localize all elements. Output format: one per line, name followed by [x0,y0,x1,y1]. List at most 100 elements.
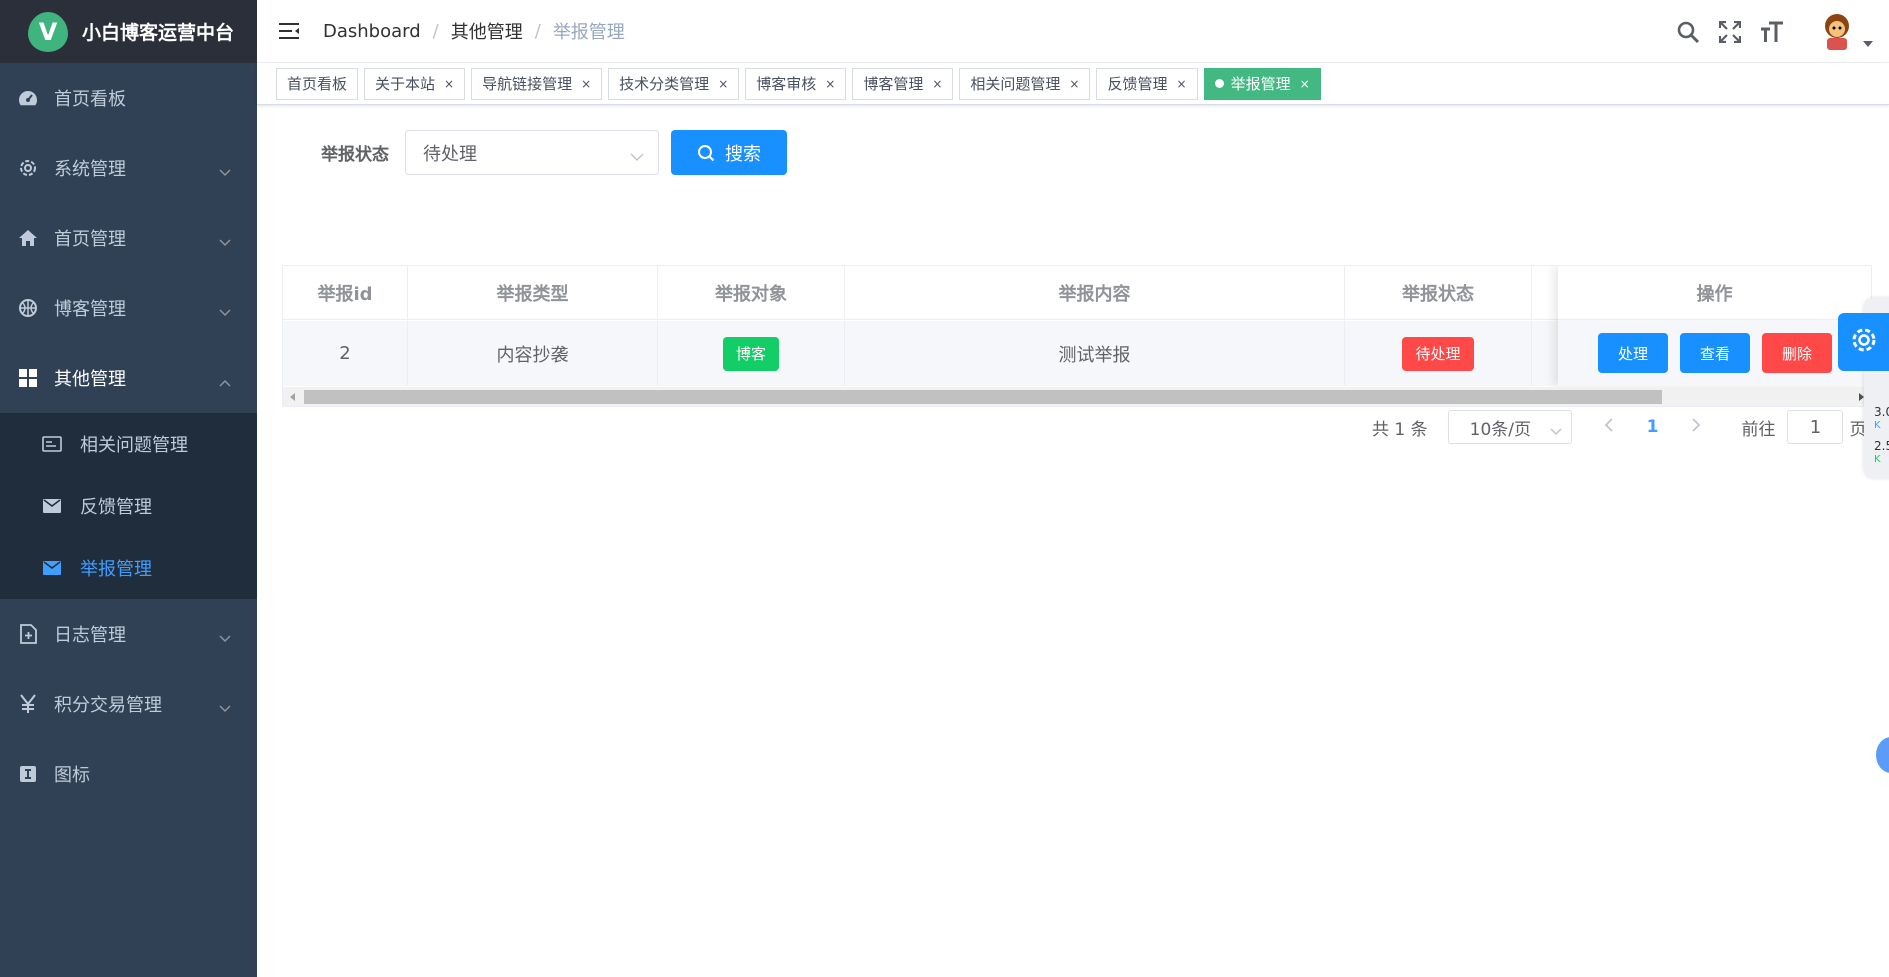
mail-icon [42,496,62,516]
avatar[interactable] [1819,12,1855,52]
target-badge: 博客 [722,336,779,371]
caret-down-icon[interactable] [1863,32,1873,51]
pagination-total: 共 1 条 [1372,419,1428,440]
icon-icon [18,764,38,784]
sidebar-item-report[interactable]: 举报管理 [0,537,257,599]
sidebar-item-label: 图标 [54,765,90,786]
yen-icon [18,694,38,714]
tag-label: 举报管理 [1230,75,1291,93]
sidebar-item-blog-manage[interactable]: 博客管理 [0,273,257,343]
sidebar-item-feedback[interactable]: 反馈管理 [0,475,257,537]
tag-dashboard[interactable]: 首页看板 [276,67,359,100]
font-size-icon[interactable] [1759,19,1785,45]
scroll-thumb[interactable] [304,390,1662,404]
sidebar-item-label: 其他管理 [54,369,126,390]
sidebar-item-icons[interactable]: 图标 [0,739,257,809]
prev-page-icon[interactable] [1604,417,1613,437]
close-icon[interactable]: × [1300,77,1310,91]
gear-icon [1849,325,1879,359]
close-icon[interactable]: × [1177,77,1187,91]
stat-value: 3.0 [1874,405,1889,419]
view-button[interactable]: 查看 [1680,333,1750,373]
active-dot-icon [1214,79,1224,88]
tag-about[interactable]: 关于本站 × [364,67,466,100]
tag-report[interactable]: 举报管理 × [1203,67,1321,100]
close-icon[interactable]: × [932,77,942,91]
chevron-down-icon [1550,421,1562,441]
close-icon[interactable]: × [581,77,591,91]
horizontal-scrollbar[interactable] [283,387,1871,406]
chevron-down-icon [219,161,231,182]
breadcrumb-item[interactable]: 其他管理 [451,18,523,44]
column-header-actions: 操作 [1558,266,1871,320]
sidebar-item-label: 系统管理 [54,159,126,180]
status-select[interactable]: 待处理 [405,130,659,175]
sidebar-item-other-manage[interactable]: 其他管理 [0,343,257,413]
hamburger-icon[interactable] [277,19,301,43]
goto-label: 前往 [1741,419,1776,440]
sidebar-item-label: 首页看板 [54,89,126,110]
tag-tech-category[interactable]: 技术分类管理 × [608,67,740,100]
scroll-left-icon[interactable] [290,393,295,401]
tag-blog-review[interactable]: 博客审核 × [745,67,847,100]
sidebar-item-home-manage[interactable]: 首页管理 [0,203,257,273]
floating-action-button[interactable] [1876,737,1889,773]
goto-page-input[interactable]: 1 [1787,410,1844,444]
tag-feedback[interactable]: 反馈管理 × [1096,67,1198,100]
settings-button[interactable] [1838,313,1889,371]
sidebar-item-log-manage[interactable]: 日志管理 [0,599,257,669]
cell-id: 2 [283,321,408,386]
app-title: 小白博客运营中台 [82,22,235,44]
sidebar-item-faq[interactable]: 相关问题管理 [0,413,257,475]
logo[interactable]: V 小白博客运营中台 [0,0,257,63]
chevron-down-icon [219,301,231,322]
cell-status: 待处理 [1345,321,1532,386]
submenu-other: 相关问题管理 反馈管理 举报管理 [0,413,257,599]
close-icon[interactable]: × [444,77,454,91]
status-select-value: 待处理 [423,143,477,165]
page-size-select[interactable]: 10条/页 [1447,410,1572,444]
navbar-right [1675,0,1889,63]
delete-button[interactable]: 删除 [1762,333,1832,373]
fullscreen-icon[interactable] [1717,19,1743,45]
column-header: 举报状态 [1345,266,1532,319]
chevron-down-icon [219,697,231,718]
next-page-icon[interactable] [1692,417,1701,437]
dashboard-icon [18,88,38,108]
breadcrumb-separator: / [534,20,541,42]
close-icon[interactable]: × [825,77,835,91]
filter-label: 举报状态 [321,145,389,165]
sidebar-item-label: 相关问题管理 [80,435,188,456]
row-actions: 处理 查看 删除 [1558,320,1871,386]
tag-faq[interactable]: 相关问题管理 × [959,67,1091,100]
page-number[interactable]: 1 [1647,417,1659,437]
tag-label: 导航链接管理 [482,75,573,93]
vue-logo-icon: V [28,11,68,52]
status-badge: 待处理 [1402,336,1474,371]
basketball-icon [18,298,38,318]
tag-blog-manage[interactable]: 博客管理 × [852,67,954,100]
handle-button[interactable]: 处理 [1598,333,1668,373]
breadcrumb-current: 举报管理 [552,22,625,43]
sidebar-item-points-trade[interactable]: 积分交易管理 [0,669,257,739]
close-icon[interactable]: × [718,77,728,91]
sidebar-item-system[interactable]: 系统管理 [0,133,257,203]
fixed-actions-column: 操作 处理 查看 删除 [1558,266,1871,386]
search-icon[interactable] [1675,19,1701,45]
page-size-value: 10条/页 [1469,419,1531,440]
grid-icon [18,368,38,388]
close-icon[interactable]: × [1069,77,1079,91]
sidebar-item-label: 博客管理 [54,299,126,320]
mail-icon [42,558,62,578]
report-table: 举报id 举报类型 举报对象 举报内容 举报状态 2 内容抄袭 博客 测试举报 … [282,265,1872,407]
tag-label: 反馈管理 [1107,75,1168,93]
tag-nav-links[interactable]: 导航链接管理 × [471,67,603,100]
search-button-label: 搜索 [725,143,761,165]
tag-label: 首页看板 [287,75,348,93]
search-icon [697,144,715,162]
navbar: Dashboard / 其他管理 / 举报管理 [257,0,1889,63]
search-button[interactable]: 搜索 [671,130,787,175]
breadcrumb-item[interactable]: Dashboard [323,21,421,42]
sidebar-item-dashboard[interactable]: 首页看板 [0,63,257,133]
home-icon [18,228,38,248]
